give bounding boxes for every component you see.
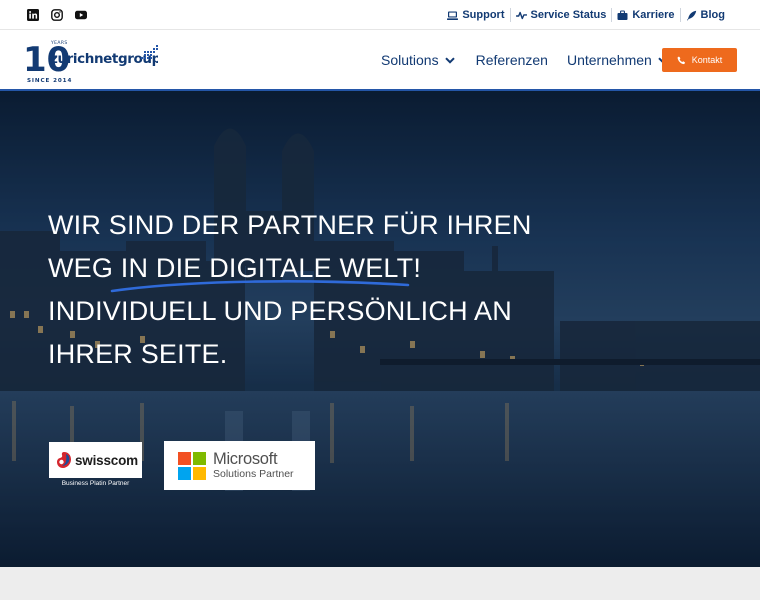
utility-link-karriere[interactable]: Karriere [611, 8, 679, 22]
kontakt-label: Kontakt [691, 55, 723, 65]
main-header: 10 YEARS zurichnetgroup SINCE 2014 Solut… [0, 30, 760, 91]
hero-line-4: Ihrer Seite. [48, 339, 228, 369]
nav-item-unternehmen[interactable]: Unternehmen [567, 50, 668, 70]
nav-item-solutions[interactable]: Solutions [381, 50, 455, 70]
utility-link-service-status[interactable]: Service Status [509, 8, 612, 22]
briefcase-icon [617, 9, 628, 20]
headline-accent-underline [110, 280, 410, 293]
zurichnetgroup-logo[interactable]: 10 YEARS zurichnetgroup SINCE 2014 [22, 37, 158, 87]
utility-link-blog[interactable]: Blog [679, 8, 730, 22]
primary-nav: Solutions Referenzen Unternehmen [381, 50, 668, 70]
nav-item-referenzen[interactable]: Referenzen [476, 50, 548, 70]
microsoft-logo-icon [178, 451, 206, 480]
nav-label-unternehmen: Unternehmen [566, 52, 652, 68]
nav-label-referenzen: Referenzen [475, 52, 548, 68]
kontakt-button[interactable]: Kontakt [662, 48, 737, 72]
pulse-icon [515, 11, 527, 19]
next-section-strip [0, 567, 760, 600]
microsoft-subtitle: Solutions Partner [213, 468, 294, 480]
chevron-down-icon [444, 56, 455, 64]
youtube-icon[interactable] [75, 9, 87, 21]
swisscom-partner-badge[interactable]: swisscom Business Platin Partner [49, 442, 142, 489]
microsoft-name: Microsoft [213, 450, 278, 468]
instagram-icon[interactable] [51, 9, 63, 21]
hero-line-1: Wir sind der Partner für Ihren [48, 210, 532, 240]
utility-link-support[interactable]: Support [442, 8, 509, 22]
hero-section: Wir sind der Partner für Ihren Weg in di… [0, 91, 760, 567]
swisscom-logo: swisscom [49, 442, 142, 478]
nav-label-solutions: Solutions [381, 52, 439, 68]
microsoft-partner-badge[interactable]: Microsoft Solutions Partner [164, 441, 315, 490]
swisscom-name: swisscom [75, 452, 138, 468]
swisscom-lifeform-icon [57, 452, 71, 468]
hero-line-3: Individuell und persönlich an [48, 296, 512, 326]
linkedin-icon[interactable] [27, 9, 39, 21]
swisscom-subtitle: Business Platin Partner [61, 480, 130, 487]
social-links [27, 9, 87, 21]
utility-nav: Support Service Status Karriere Blog [442, 0, 730, 30]
utility-label-service-status: Service Status [530, 9, 607, 21]
top-utility-bar: Support Service Status Karriere Blog [0, 0, 760, 30]
utility-label-support: Support [462, 9, 505, 21]
support-desk-icon [447, 11, 459, 20]
logo-since: SINCE 2014 [27, 78, 72, 84]
utility-label-karriere: Karriere [632, 9, 675, 21]
logo-badge-word: YEARS [50, 40, 68, 46]
utility-label-blog: Blog [700, 9, 725, 21]
quill-icon [686, 10, 696, 20]
phone-icon [677, 56, 685, 64]
